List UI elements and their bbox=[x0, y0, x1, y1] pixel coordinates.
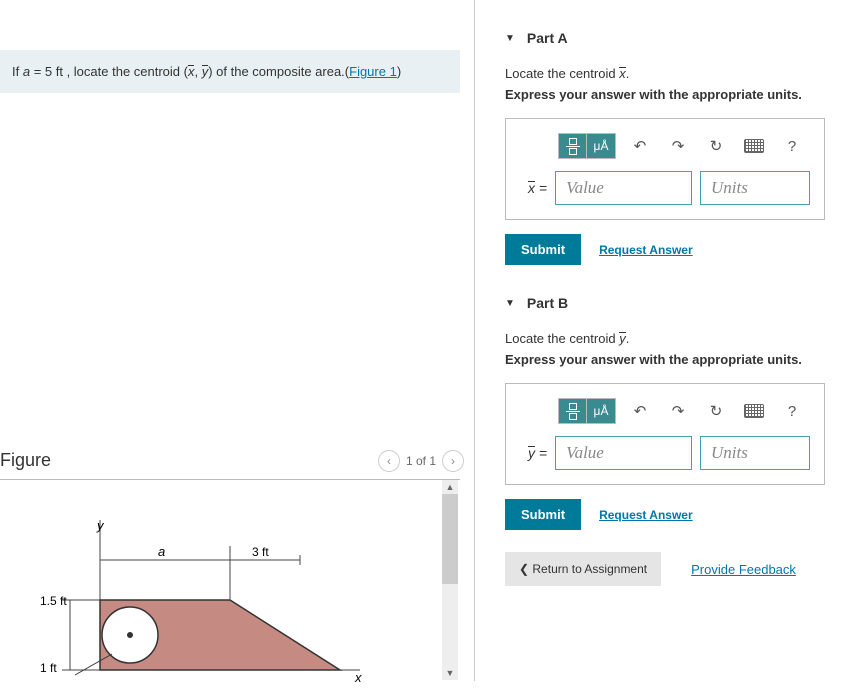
part-b-header[interactable]: ▼ Part B bbox=[505, 295, 842, 311]
part-b-instr: Locate the centroid y. bbox=[505, 331, 842, 346]
help-icon[interactable]: ? bbox=[778, 134, 806, 158]
scroll-down-icon[interactable]: ▼ bbox=[442, 666, 458, 680]
scroll-up-icon[interactable]: ▲ bbox=[442, 480, 458, 494]
help-icon[interactable]: ? bbox=[778, 399, 806, 423]
part-a-instr: Locate the centroid x. bbox=[505, 66, 842, 81]
part-b-instr-bold: Express your answer with the appropriate… bbox=[505, 352, 842, 367]
figure-prev-button[interactable]: ‹ bbox=[378, 450, 400, 472]
part-a-input-box: μÅ ↶ ↷ ↻ ? x = Value Units bbox=[505, 118, 825, 220]
template-picker-icon[interactable] bbox=[559, 134, 587, 158]
part-b-value-input[interactable]: Value bbox=[555, 436, 692, 470]
special-chars-button[interactable]: μÅ bbox=[587, 399, 615, 423]
figure-diagram: y x a 3 ft 1.5 ft 1 ft bbox=[40, 520, 370, 700]
part-a-header[interactable]: ▼ Part A bbox=[505, 30, 842, 46]
collapse-icon: ▼ bbox=[505, 33, 515, 44]
figure-counter: 1 of 1 bbox=[406, 454, 436, 468]
part-a-submit-button[interactable]: Submit bbox=[505, 234, 581, 265]
return-to-assignment-button[interactable]: ❮ Return to Assignment bbox=[505, 552, 661, 586]
redo-icon[interactable]: ↷ bbox=[664, 134, 692, 158]
scroll-thumb[interactable] bbox=[442, 494, 458, 584]
reset-icon[interactable]: ↻ bbox=[702, 134, 730, 158]
special-chars-button[interactable]: μÅ bbox=[587, 134, 615, 158]
undo-icon[interactable]: ↶ bbox=[626, 134, 654, 158]
keyboard-icon[interactable] bbox=[740, 134, 768, 158]
reset-icon[interactable]: ↻ bbox=[702, 399, 730, 423]
problem-statement: If a = 5 ft , locate the centroid (x, y)… bbox=[0, 50, 460, 93]
part-a-value-input[interactable]: Value bbox=[555, 171, 692, 205]
undo-icon[interactable]: ↶ bbox=[626, 399, 654, 423]
svg-text:1.5 ft: 1.5 ft bbox=[40, 594, 67, 608]
svg-text:x: x bbox=[354, 670, 362, 685]
part-b-units-input[interactable]: Units bbox=[700, 436, 810, 470]
svg-text:3 ft: 3 ft bbox=[252, 545, 269, 559]
svg-text:a: a bbox=[158, 544, 165, 559]
provide-feedback-link[interactable]: Provide Feedback bbox=[691, 562, 796, 577]
part-b-submit-button[interactable]: Submit bbox=[505, 499, 581, 530]
template-picker-icon[interactable] bbox=[559, 399, 587, 423]
redo-icon[interactable]: ↷ bbox=[664, 399, 692, 423]
keyboard-icon[interactable] bbox=[740, 399, 768, 423]
figure-next-button[interactable]: › bbox=[442, 450, 464, 472]
figure-link[interactable]: Figure 1 bbox=[349, 64, 397, 79]
figure-scrollbar[interactable]: ▲ ▼ bbox=[442, 480, 458, 680]
svg-text:1 ft: 1 ft bbox=[40, 661, 57, 675]
part-a-units-input[interactable]: Units bbox=[700, 171, 810, 205]
part-b-request-answer-link[interactable]: Request Answer bbox=[599, 508, 693, 522]
collapse-icon: ▼ bbox=[505, 298, 515, 309]
svg-text:y: y bbox=[96, 520, 105, 533]
part-a-request-answer-link[interactable]: Request Answer bbox=[599, 243, 693, 257]
part-b-input-box: μÅ ↶ ↷ ↻ ? y = Value Units bbox=[505, 383, 825, 485]
part-a-instr-bold: Express your answer with the appropriate… bbox=[505, 87, 842, 102]
